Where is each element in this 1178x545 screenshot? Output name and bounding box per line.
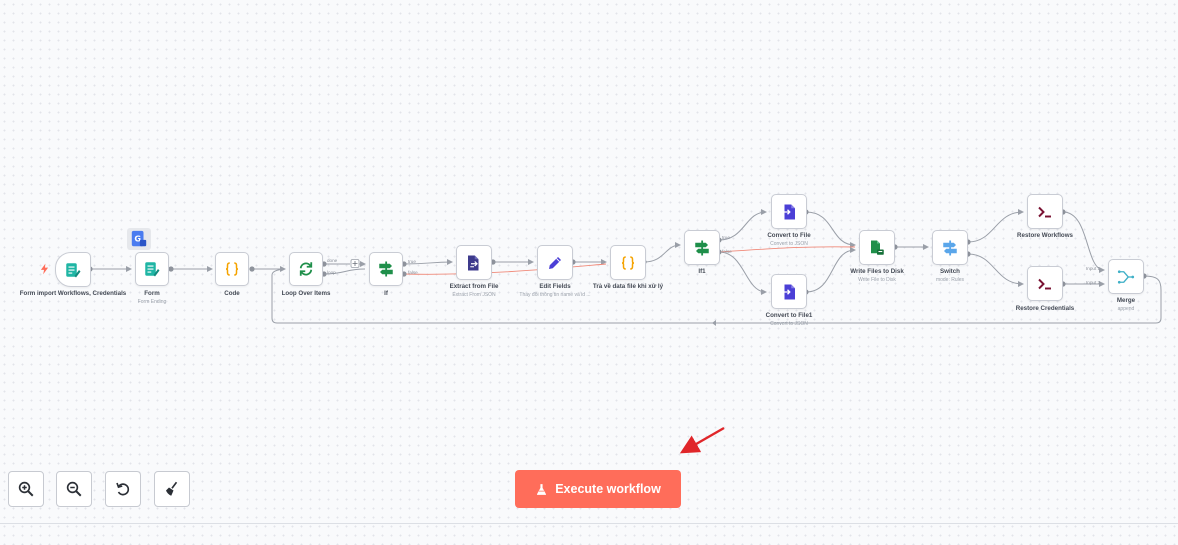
- node-loop-over-items[interactable]: [289, 252, 323, 286]
- broom-icon: [166, 481, 178, 496]
- port-label: loop: [327, 270, 336, 275]
- reset-zoom-icon: [116, 482, 130, 496]
- if-signpost-icon: [695, 240, 709, 255]
- zoom-out-button[interactable]: [56, 471, 92, 507]
- file-extract-icon: [468, 255, 479, 270]
- node-label: Merge: [1116, 297, 1136, 304]
- node-subtitle: append: [1117, 306, 1135, 312]
- node-extract-from-file[interactable]: [456, 245, 492, 280]
- node-switch[interactable]: [932, 230, 968, 265]
- node-label: Switch: [940, 268, 960, 275]
- node-label: If1: [698, 268, 706, 275]
- terminal-icon: [1038, 206, 1051, 217]
- loop-arrows-icon: [299, 262, 313, 276]
- node-restore-credentials[interactable]: [1027, 266, 1063, 301]
- port-label: done: [327, 258, 338, 263]
- port-label: Input 1: [1086, 266, 1101, 271]
- loop-back-arrow: [712, 320, 716, 326]
- node-subtitle: mode: Rules: [935, 277, 965, 283]
- node-convert-to-file[interactable]: [771, 194, 807, 229]
- node-write-files-to-disk[interactable]: [859, 230, 895, 265]
- reset-zoom-button[interactable]: [105, 471, 141, 507]
- node-subtitle: Form Ending: [137, 299, 167, 305]
- google-docs-icon: G: [131, 230, 147, 247]
- node-form[interactable]: [135, 252, 169, 286]
- execute-workflow-button[interactable]: Execute workflow: [515, 470, 681, 508]
- node-subtitle: Convert to JSON: [770, 321, 808, 327]
- node-code[interactable]: [215, 252, 249, 286]
- zoom-out-icon: [66, 481, 82, 497]
- pencil-icon: [549, 256, 561, 269]
- flask-icon: [537, 483, 547, 495]
- error-connection-line: [403, 263, 607, 275]
- tidy-up-button[interactable]: [154, 471, 190, 507]
- bottom-divider: [0, 523, 1178, 524]
- node-form-import[interactable]: [55, 252, 91, 287]
- error-connection-line: [718, 246, 856, 253]
- node-merge[interactable]: [1108, 259, 1144, 294]
- annotation-arrow: [679, 426, 725, 454]
- connection-line: [643, 242, 681, 263]
- port-label: Input 2: [1086, 280, 1101, 285]
- form-icon: [66, 262, 81, 277]
- port-label: false: [408, 270, 418, 275]
- node-restore-workflows[interactable]: [1027, 194, 1063, 229]
- file-convert-icon: [782, 204, 795, 219]
- node-if1[interactable]: [684, 230, 720, 265]
- file-write-icon: [871, 240, 884, 255]
- node-tra-ve-data-file[interactable]: [610, 245, 646, 280]
- if-signpost-icon: [379, 261, 393, 277]
- node-label: Convert to File1: [765, 312, 813, 319]
- google-badge: G: [127, 228, 151, 250]
- node-subtitle: Convert to JSON: [770, 241, 808, 247]
- file-convert-icon: [782, 284, 795, 299]
- form-icon: [145, 262, 160, 277]
- code-braces-icon: [225, 262, 239, 276]
- zoom-in-button[interactable]: [8, 471, 44, 507]
- node-label: Restore Workflows: [1017, 232, 1073, 239]
- connection-line: [1062, 211, 1105, 273]
- node-label: Convert to File: [767, 232, 811, 239]
- terminal-icon: [1038, 278, 1051, 289]
- switch-signpost-icon: [943, 240, 957, 255]
- code-braces-icon: [621, 255, 635, 270]
- node-subtitle: Thay đổi thông tin name và id ...: [519, 292, 591, 298]
- zoom-in-icon: [18, 481, 34, 497]
- port-label: false: [722, 249, 732, 254]
- merge-icon: [1117, 269, 1135, 284]
- port-label: true: [408, 259, 416, 264]
- trigger-bolt-icon: [40, 263, 49, 275]
- node-edit-fields[interactable]: [537, 245, 573, 280]
- node-label: Trả về data file khi xử lý: [592, 283, 664, 290]
- node-convert-to-file1[interactable]: [771, 274, 807, 309]
- node-if[interactable]: [369, 252, 403, 286]
- execute-workflow-label: Execute workflow: [555, 482, 661, 496]
